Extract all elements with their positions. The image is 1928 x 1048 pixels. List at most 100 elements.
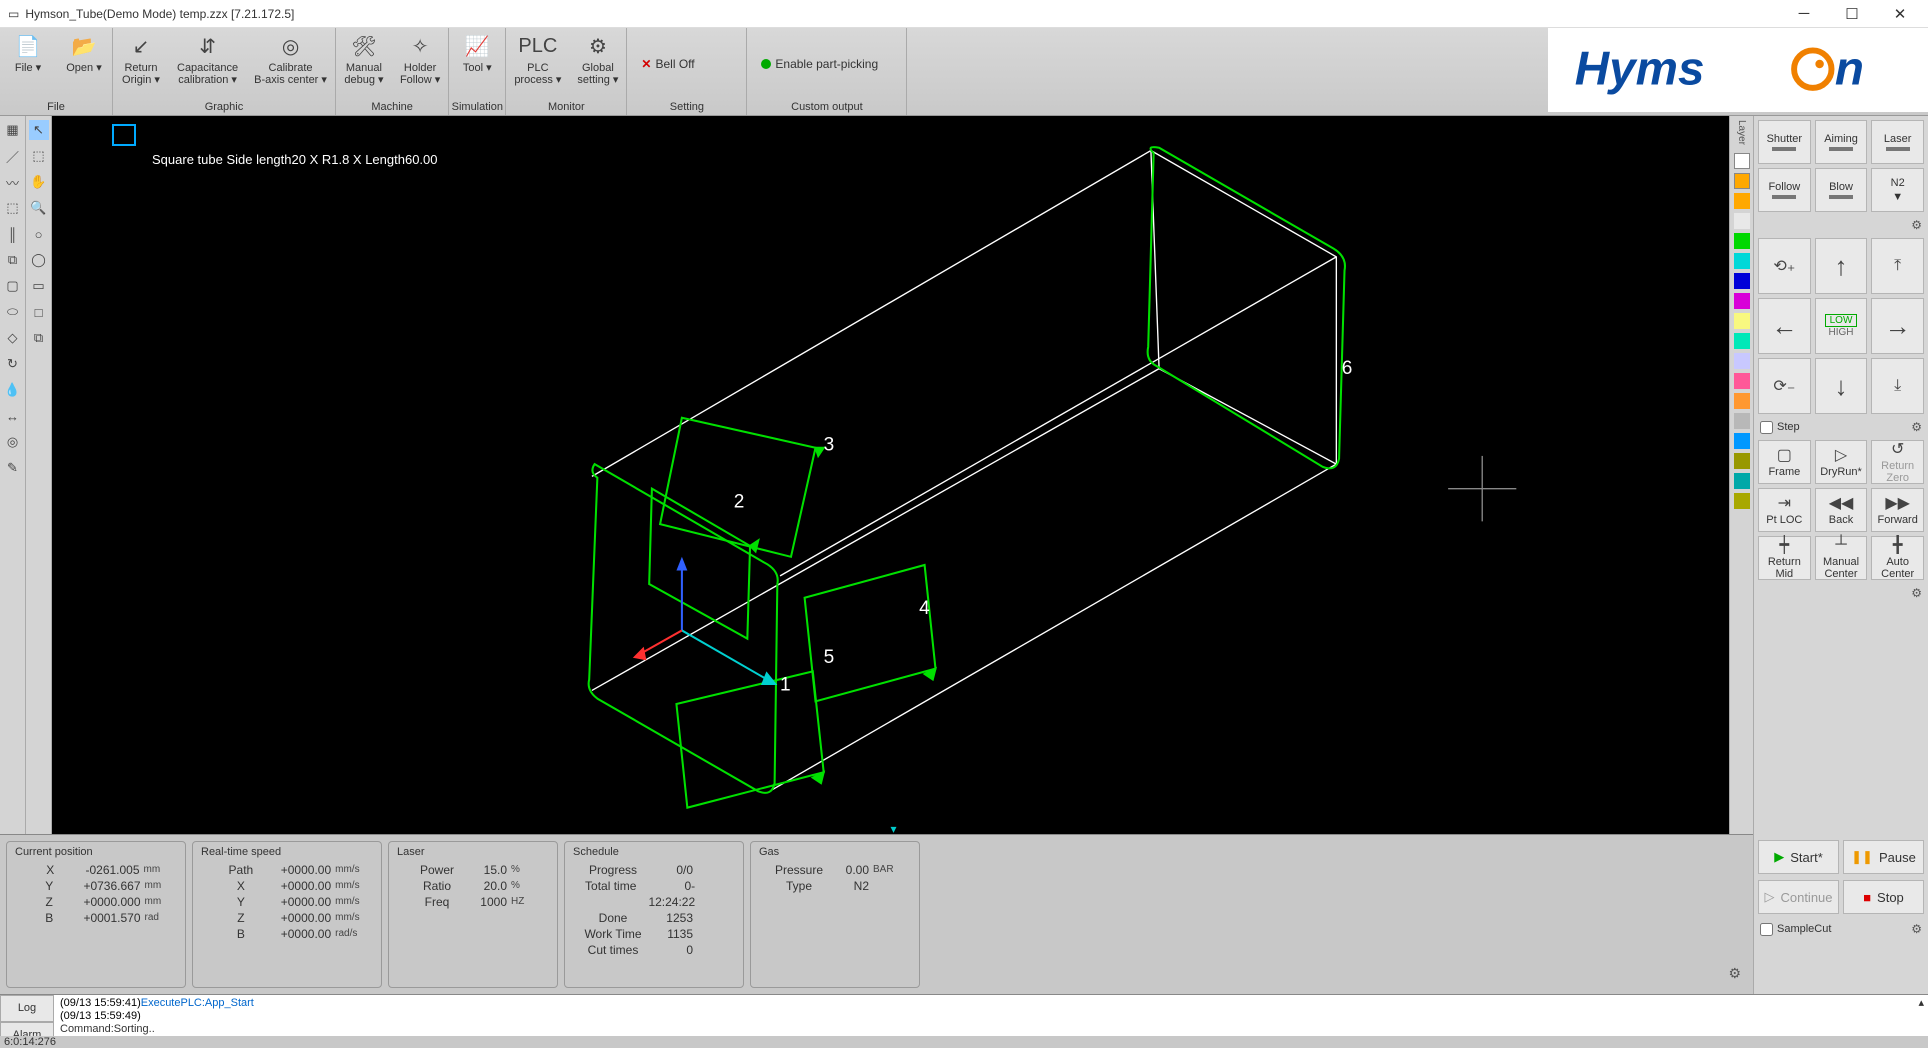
pause-button[interactable]: ❚❚Pause	[1843, 840, 1924, 874]
bell-off-toggle[interactable]: ✕Bell Off	[635, 57, 738, 71]
circle-icon[interactable]: ○	[29, 224, 49, 244]
curve-icon[interactable]: 〰	[3, 172, 23, 192]
layer-swatch-4[interactable]	[1734, 233, 1750, 249]
ribbon-open-button[interactable]: 📂Open ▾	[56, 28, 112, 99]
jog-rotate-ccw-button[interactable]: ⟲₊	[1758, 238, 1811, 294]
samplecut-checkbox[interactable]: SampleCut⚙	[1758, 920, 1924, 938]
status-row: Freq1000HZ	[397, 894, 549, 910]
jog-down-button[interactable]: ↓	[1815, 358, 1868, 414]
pt-loc-button[interactable]: ⇥Pt LOC	[1758, 488, 1811, 532]
ribbon-manual-debug-button[interactable]: 🛠Manualdebug ▾	[336, 28, 392, 99]
line-icon[interactable]: ／	[3, 146, 23, 166]
zoom-icon[interactable]: 🔍	[29, 198, 49, 218]
layer-swatch-2[interactable]	[1734, 193, 1750, 209]
ribbon-calibrate-b-axis-center-button[interactable]: ◎CalibrateB-axis center ▾	[246, 28, 335, 99]
pen-icon[interactable]: ✎	[3, 458, 23, 478]
layer-swatch-15[interactable]	[1734, 453, 1750, 469]
n2-button[interactable]: N2▼	[1871, 168, 1924, 212]
canvas-3d-view[interactable]: Square tube Side length20 X R1.8 X Lengt…	[52, 116, 1729, 834]
enable-partpick-toggle[interactable]: Enable part-picking	[755, 57, 898, 71]
shutter-button[interactable]: Shutter	[1758, 120, 1811, 164]
rect2-icon[interactable]: ▭	[29, 276, 49, 296]
gear-icon[interactable]: ⚙	[1728, 965, 1741, 982]
left-toolbar-1: ▦ ／ 〰 ⬚ ║ ⧉ ▢ ⬭ ◇ ↻ 💧 ↔ ◎ ✎	[0, 116, 26, 834]
jog-z-down-button[interactable]: ⤓	[1871, 358, 1924, 414]
ribbon-file-button[interactable]: 📄File ▾	[0, 28, 56, 99]
follow-button[interactable]: Follow	[1758, 168, 1811, 212]
return-mid-button[interactable]: ┿Return Mid	[1758, 536, 1811, 580]
blow-button[interactable]: Blow	[1815, 168, 1868, 212]
ribbon-holder-follow-button[interactable]: ✧HolderFollow ▾	[392, 28, 448, 99]
layer-swatch-0[interactable]	[1734, 153, 1750, 169]
close-button[interactable]: ✕	[1880, 5, 1920, 23]
slot-icon[interactable]: ⬭	[3, 302, 23, 322]
turn-icon[interactable]: ↻	[3, 354, 23, 374]
frame-button[interactable]: ▢Frame	[1758, 440, 1811, 484]
layer-swatch-8[interactable]	[1734, 313, 1750, 329]
dup-icon[interactable]: ⧉	[29, 328, 49, 348]
step-checkbox[interactable]: Step⚙	[1758, 418, 1924, 436]
gear-icon[interactable]: ⚙	[1911, 420, 1922, 434]
jog-right-button[interactable]: →	[1871, 298, 1924, 354]
pan-icon[interactable]: ✋	[29, 172, 49, 192]
jog-rotate-cw-button[interactable]: ⟳₋	[1758, 358, 1811, 414]
scroll-up-icon[interactable]: ▴	[1918, 997, 1924, 1010]
gear-icon[interactable]: ⚙	[1911, 586, 1922, 600]
layer-swatch-13[interactable]	[1734, 413, 1750, 429]
layer-swatch-9[interactable]	[1734, 333, 1750, 349]
polygon-icon[interactable]: ◇	[3, 328, 23, 348]
auto-center-button[interactable]: ╋Auto Center	[1871, 536, 1924, 580]
jog-z-up-button[interactable]: ⤒	[1871, 238, 1924, 294]
align-icon[interactable]: ║	[3, 224, 23, 244]
back-button[interactable]: ◀◀Back	[1815, 488, 1868, 532]
layer-swatch-10[interactable]	[1734, 353, 1750, 369]
gear-icon[interactable]: ⚙	[1911, 218, 1922, 232]
continue-button[interactable]: ▷Continue	[1758, 880, 1839, 914]
mirror-icon[interactable]: ⧉	[3, 250, 23, 270]
ellipse-icon[interactable]: ◯	[29, 250, 49, 270]
status-row: Done1253	[573, 910, 735, 926]
stop-button[interactable]: ■Stop	[1843, 880, 1924, 914]
ribbon-return-origin-button[interactable]: ↙ReturnOrigin ▾	[113, 28, 169, 99]
return-zero-button[interactable]: ↺Return Zero	[1871, 440, 1924, 484]
jog-left-button[interactable]: ←	[1758, 298, 1811, 354]
layer-swatch-6[interactable]	[1734, 273, 1750, 289]
layer-swatch-7[interactable]	[1734, 293, 1750, 309]
layer-swatch-1[interactable]	[1734, 173, 1750, 189]
grid-icon[interactable]: ▦	[3, 120, 23, 140]
start-button[interactable]: ▶Start*	[1758, 840, 1839, 874]
ribbon-global-setting-button[interactable]: ⚙Globalsetting ▾	[569, 28, 626, 99]
ribbon-plc-process-button[interactable]: PLCPLCprocess ▾	[506, 28, 569, 99]
laser-button[interactable]: Laser	[1871, 120, 1924, 164]
select-icon[interactable]: ⬚	[29, 146, 49, 166]
layer-swatch-12[interactable]	[1734, 393, 1750, 409]
layer-swatch-11[interactable]	[1734, 373, 1750, 389]
manual-center-button[interactable]: ┴Manual Center	[1815, 536, 1868, 580]
square-icon[interactable]: □	[29, 302, 49, 322]
layer-swatch-16[interactable]	[1734, 473, 1750, 489]
group-icon[interactable]: ⬚	[3, 198, 23, 218]
drop-icon[interactable]: 💧	[3, 380, 23, 400]
aiming-button[interactable]: Aiming	[1815, 120, 1868, 164]
forward-button[interactable]: ▶▶Forward	[1871, 488, 1924, 532]
minimize-button[interactable]: ─	[1784, 5, 1824, 23]
status-line: 6:0:14:276	[0, 1036, 1928, 1048]
log-tab[interactable]: Log	[0, 995, 54, 1022]
layer-swatch-5[interactable]	[1734, 253, 1750, 269]
layer-swatch-17[interactable]	[1734, 493, 1750, 509]
gear-icon[interactable]: ⚙	[1911, 922, 1922, 936]
cursor-icon[interactable]: ↖	[29, 120, 49, 140]
jog-up-button[interactable]: ↑	[1815, 238, 1868, 294]
ribbon-tool-button[interactable]: 📈Tool ▾	[449, 28, 505, 99]
target-icon[interactable]: ◎	[3, 432, 23, 452]
move-icon[interactable]: ↔	[3, 406, 23, 426]
rect-icon[interactable]: ▢	[3, 276, 23, 296]
layer-swatch-3[interactable]	[1734, 213, 1750, 229]
status-row: Progress0/0	[573, 862, 735, 878]
maximize-button[interactable]: ☐	[1832, 5, 1872, 23]
dryrun-button[interactable]: ▷DryRun*	[1815, 440, 1868, 484]
current-position-panel: Current position X-0261.005mmY+0736.667m…	[6, 841, 186, 988]
layer-swatch-14[interactable]	[1734, 433, 1750, 449]
speed-lowhigh-button[interactable]: LOWHIGH	[1815, 298, 1868, 354]
ribbon-capacitance-calibration-button[interactable]: ⇵Capacitancecalibration ▾	[169, 28, 246, 99]
